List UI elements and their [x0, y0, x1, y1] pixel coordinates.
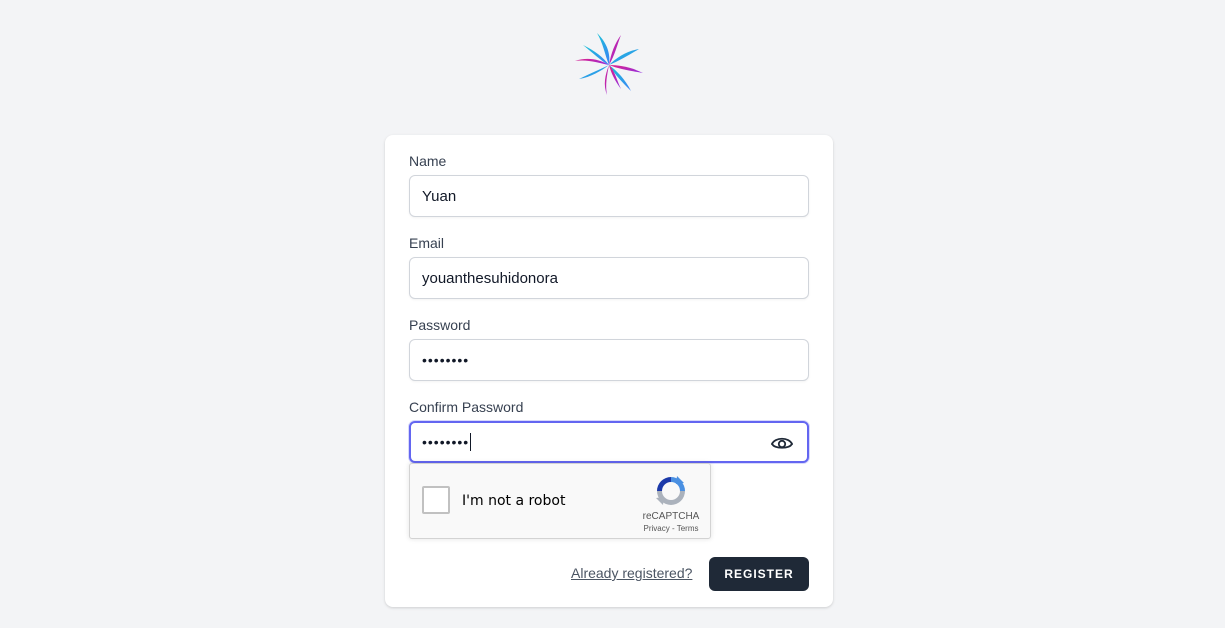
eye-icon[interactable]: [771, 434, 793, 452]
password-label: Password: [409, 317, 471, 333]
email-input[interactable]: youanthesuhidonora: [409, 257, 809, 299]
recaptcha-label: I'm not a robot: [462, 493, 566, 509]
recaptcha-checkbox[interactable]: [422, 486, 450, 514]
recaptcha-brand: reCAPTCHA: [642, 511, 700, 522]
confirm-password-value: ••••••••: [422, 434, 470, 450]
password-input[interactable]: ••••••••: [409, 339, 809, 381]
name-value: Yuan: [422, 187, 457, 205]
register-page: Name Yuan Email youanthesuhidonora Passw…: [0, 0, 1225, 628]
name-label: Name: [409, 153, 447, 169]
flower-logo-icon: [572, 31, 646, 97]
text-caret: [470, 433, 472, 451]
recaptcha-privacy-terms[interactable]: Privacy - Terms: [636, 524, 706, 533]
name-input[interactable]: Yuan: [409, 175, 809, 217]
email-value: youanthesuhidonora: [422, 269, 558, 287]
confirm-password-input[interactable]: ••••••••: [409, 421, 809, 463]
recaptcha-widget: I'm not a robot reCAPTCHA Privacy - Term…: [409, 463, 711, 539]
register-form-card: Name Yuan Email youanthesuhidonora Passw…: [385, 135, 833, 607]
email-label: Email: [409, 235, 445, 251]
recaptcha-logo-icon: [654, 474, 688, 508]
password-value: ••••••••: [422, 352, 470, 368]
already-registered-link[interactable]: Already registered?: [571, 565, 692, 581]
confirm-password-label: Confirm Password: [409, 399, 524, 415]
register-button[interactable]: REGISTER: [709, 557, 809, 591]
